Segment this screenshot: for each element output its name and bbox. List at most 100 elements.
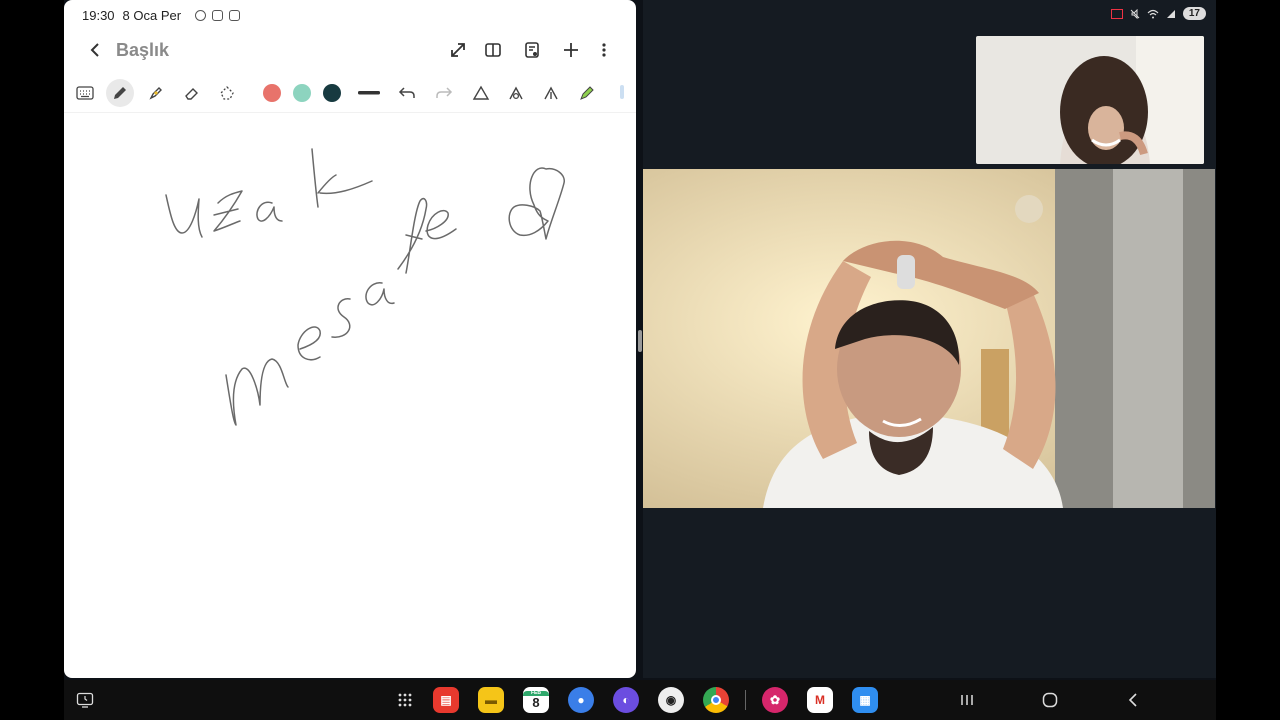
camera-icon: ◉	[665, 693, 677, 707]
plus-icon	[564, 43, 578, 57]
split-view-divider-handle[interactable]	[638, 330, 642, 352]
self-video-preview[interactable]	[976, 36, 1204, 164]
pen-tool[interactable]	[106, 79, 134, 107]
chat-bubble-icon: ●	[577, 693, 585, 707]
chevron-left-icon	[90, 43, 99, 57]
keyboard-tool[interactable]	[71, 79, 99, 107]
status-time: 19:30	[82, 7, 115, 23]
handwritten-letter-s	[331, 298, 351, 338]
note-title-bar: Başlık	[64, 32, 636, 68]
video-call-window: 17	[643, 0, 1216, 678]
handwriting-drawing	[165, 148, 565, 426]
page-settings-button[interactable]	[519, 37, 545, 63]
back-nav-button[interactable]	[1121, 688, 1145, 712]
remote-video-feed[interactable]	[643, 169, 1215, 508]
drawing-toolbar	[64, 76, 636, 110]
screenshot-history-icon	[76, 692, 94, 708]
folder-icon: ▬	[485, 693, 497, 707]
remote-video-image	[643, 169, 1215, 508]
notes-app-button[interactable]: ▤	[433, 687, 459, 713]
signal-icon	[1166, 9, 1175, 18]
camera-app-button[interactable]: ◉	[658, 687, 684, 713]
apps-grid-icon	[398, 693, 412, 707]
add-button[interactable]	[558, 37, 584, 63]
more-vertical-icon	[602, 43, 606, 57]
book-view-button[interactable]	[480, 37, 506, 63]
note-title[interactable]: Başlık	[116, 40, 169, 61]
handwritten-letter-e-2	[425, 209, 457, 240]
taskbar-separator	[745, 690, 746, 710]
video-notification-icon	[229, 9, 241, 21]
redo-button[interactable]	[430, 79, 458, 107]
eraser-tool[interactable]	[178, 79, 206, 107]
color-swatch-red[interactable]	[263, 84, 281, 102]
handwritten-letter-a-2	[365, 282, 395, 306]
back-arrow-icon	[1128, 693, 1137, 707]
chrome-icon	[711, 695, 721, 705]
recent-apps-button[interactable]	[955, 688, 979, 712]
highlighter-icon	[149, 87, 162, 100]
upload-icon	[544, 86, 558, 100]
color-swatch-dark-teal[interactable]	[323, 84, 341, 102]
home-button[interactable]	[1038, 688, 1062, 712]
screenshot-notification-icon	[212, 9, 224, 21]
document-icon: ▦	[859, 693, 871, 707]
app-drawer-button[interactable]	[393, 688, 417, 712]
gallery-app-button[interactable]: ✿	[762, 687, 788, 713]
more-options-button[interactable]	[591, 37, 617, 63]
undo-button[interactable]	[393, 79, 421, 107]
handwritten-letter-z	[213, 190, 243, 232]
gmail-app-button[interactable]: M	[807, 687, 833, 713]
handwritten-letter-f	[397, 197, 428, 274]
back-button[interactable]	[84, 38, 106, 62]
book-icon	[485, 43, 501, 57]
redo-icon	[436, 87, 453, 98]
tablet-screen: 19:30 8 Oca Per Başlık 17 ▤ ▬ FEB 8 ● ◐ …	[64, 0, 1216, 720]
notes-secondary-app-button[interactable]: ▦	[852, 687, 878, 713]
expand-icon	[451, 43, 465, 57]
browser-app-button[interactable]: ◐	[613, 687, 639, 713]
wifi-icon	[1147, 9, 1159, 18]
self-preview-image	[976, 36, 1204, 164]
eraser-icon	[185, 88, 198, 100]
handwritten-letter-m	[225, 358, 289, 426]
recent-screenshot-button[interactable]	[73, 688, 97, 712]
taskbar: ▤ ▬ FEB 8 ● ◐ ◉ ✿ M ▦	[64, 680, 1216, 720]
lasso-tool[interactable]	[213, 79, 241, 107]
notes-app-icon: ▤	[440, 693, 452, 707]
home-icon	[1042, 692, 1058, 708]
files-app-button[interactable]: ▬	[478, 687, 504, 713]
recents-icon	[961, 695, 973, 705]
drawing-canvas[interactable]	[64, 112, 636, 678]
highlighter-tool[interactable]	[142, 79, 170, 107]
line-width-icon	[358, 91, 380, 95]
status-icons-right: 17	[1110, 7, 1206, 20]
status-bar: 19:30 8 Oca Per	[82, 7, 241, 23]
undo-icon	[398, 87, 415, 98]
shape-tool[interactable]	[467, 79, 495, 107]
line-width-tool[interactable]	[355, 79, 383, 107]
handwritten-letter-e	[297, 326, 321, 361]
mute-icon	[1130, 8, 1140, 19]
calendar-day: 8	[532, 695, 540, 710]
text-box-icon	[509, 86, 523, 100]
messages-app-button[interactable]: ●	[568, 687, 594, 713]
more-tools-overflow[interactable]	[608, 79, 636, 107]
handwritten-letter-u	[165, 194, 203, 238]
status-icons	[195, 9, 241, 21]
shape-icon	[472, 85, 490, 100]
text-box-tool[interactable]	[502, 79, 530, 107]
battery-indicator: 17	[1182, 7, 1206, 20]
page-settings-icon	[525, 42, 539, 58]
gmail-icon: M	[815, 693, 825, 707]
upload-tool[interactable]	[537, 79, 565, 107]
handwritten-letter-k	[311, 148, 373, 208]
color-swatch-mint[interactable]	[293, 84, 311, 102]
status-date: 8 Oca Per	[122, 7, 182, 23]
marker-tool[interactable]	[573, 79, 601, 107]
keyboard-icon	[76, 86, 94, 100]
calendar-app-button[interactable]: FEB 8	[523, 687, 549, 713]
expand-button[interactable]	[445, 37, 471, 63]
chrome-app-button[interactable]	[703, 687, 729, 713]
handwritten-letter-a	[256, 201, 283, 222]
